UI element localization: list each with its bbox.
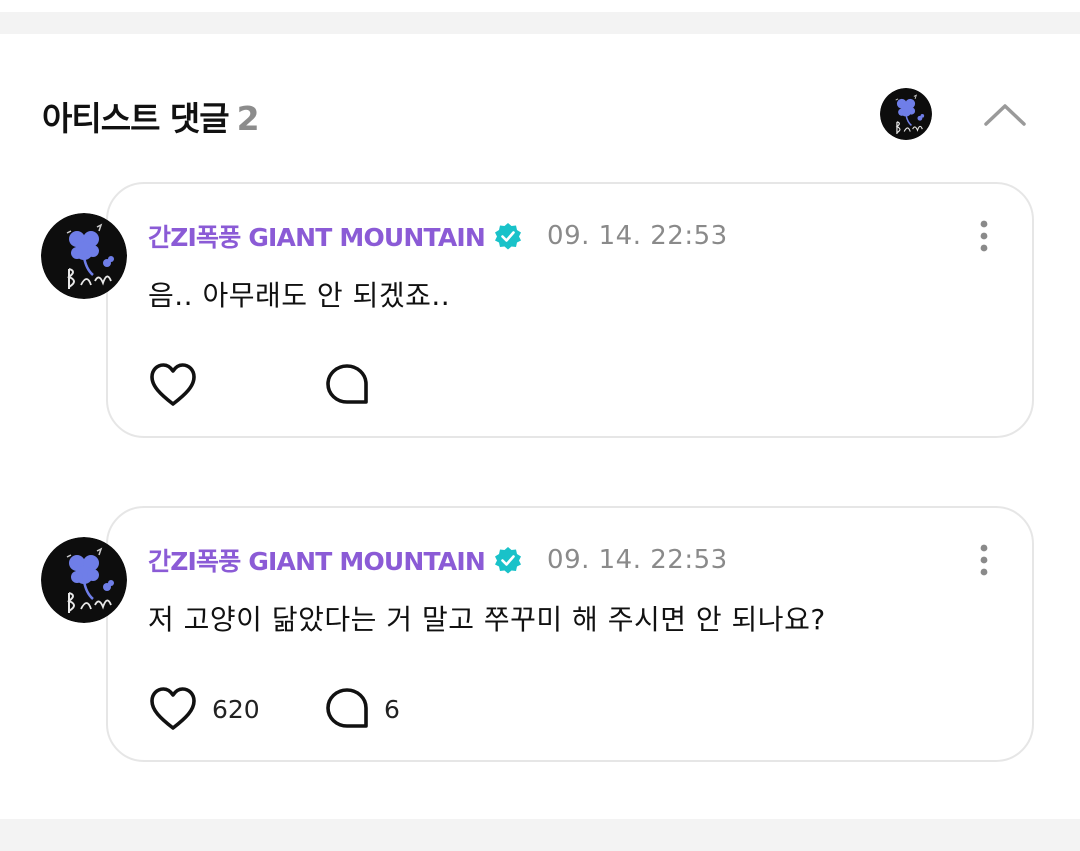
collapse-button[interactable] (980, 94, 1030, 134)
clover-avatar-image (880, 88, 932, 140)
reply-count: 6 (384, 694, 400, 724)
like-button[interactable]: 620 (148, 684, 260, 734)
comment-time: 09. 14. 22:53 (547, 545, 728, 575)
comment-avatar[interactable] (41, 537, 127, 623)
more-vertical-icon (980, 544, 988, 576)
heart-icon (150, 363, 196, 406)
chevron-up-icon (984, 104, 1026, 126)
top-divider (0, 12, 1080, 34)
bottom-divider (0, 819, 1080, 851)
clover-avatar-image (41, 213, 127, 299)
more-options-button[interactable] (966, 218, 1002, 258)
comment-text: 저 고양이 닮았다는 거 말고 쭈꾸미 해 주시면 안 되나요? (148, 603, 826, 636)
comment-count: 2 (236, 99, 260, 138)
author-name[interactable]: 간ZI폭풍 GIANT MOUNTAIN (148, 218, 486, 254)
reply-button[interactable]: 6 (324, 684, 400, 734)
verified-badge-icon (495, 547, 522, 574)
section-title: 아티스트 댓글 2 (42, 92, 260, 140)
comment-item: 간ZI폭풍 GIANT MOUNTAIN 09. 14. 22:53 저 고양이… (0, 506, 1080, 768)
comment-time: 09. 14. 22:53 (547, 221, 728, 251)
artist-comments-header: 아티스트 댓글 2 (0, 70, 1080, 160)
more-vertical-icon (980, 220, 988, 252)
author-name[interactable]: 간ZI폭풍 GIANT MOUNTAIN (148, 542, 486, 578)
artist-avatar[interactable] (880, 88, 932, 140)
like-button[interactable] (148, 360, 212, 410)
comment-actions (148, 360, 848, 410)
comment-item: 간ZI폭풍 GIANT MOUNTAIN 09. 14. 22:53 음.. 아… (0, 182, 1080, 444)
comment-meta: 간ZI폭풍 GIANT MOUNTAIN 09. 14. 22:53 (148, 218, 728, 254)
more-options-button[interactable] (966, 542, 1002, 582)
comment-avatar[interactable] (41, 213, 127, 299)
section-title-text: 아티스트 댓글 (42, 99, 230, 138)
verified-badge-icon (495, 223, 522, 250)
clover-avatar-image (41, 537, 127, 623)
comment-actions: 620 6 (148, 684, 848, 734)
reply-button[interactable] (324, 360, 384, 410)
heart-icon (150, 687, 196, 730)
like-count: 620 (212, 694, 260, 724)
comment-bubble-icon (326, 364, 368, 404)
comment-text: 음.. 아무래도 안 되겠죠.. (148, 279, 451, 312)
comment-bubble-icon (326, 688, 368, 728)
comment-meta: 간ZI폭풍 GIANT MOUNTAIN 09. 14. 22:53 (148, 542, 728, 578)
